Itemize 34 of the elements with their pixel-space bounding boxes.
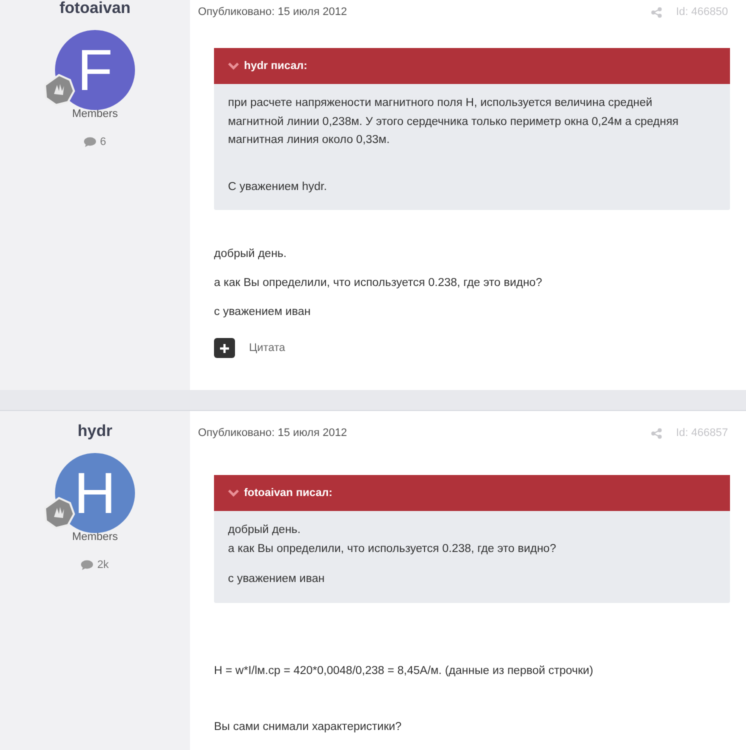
member-group: Members: [72, 531, 118, 543]
post-text: H = w*I/lм.ср = 420*0,0048/0,238 = 8,45А/м. (данные из первой строчки): [214, 664, 594, 676]
comment-icon: [84, 137, 96, 147]
rank-badge-icon: [43, 74, 75, 106]
post-date: Опубликовано: 15 июля 2012: [198, 427, 348, 439]
comment-count: 6: [100, 136, 106, 148]
member-group: Members: [72, 108, 118, 120]
post-text: а как Вы определили, что используется 0.238, где это видно?: [214, 277, 544, 289]
quote-author: fotoaivan писал:: [244, 487, 332, 499]
chevron-down-icon[interactable]: [228, 62, 239, 70]
rank-badge-icon: [43, 497, 75, 529]
author-name[interactable]: fotoaivan: [59, 0, 131, 18]
quote-text: С уважением hydr.: [228, 180, 328, 194]
post-text: с уважением иван: [214, 306, 312, 318]
quote-text: добрый день.: [228, 523, 302, 538]
plus-icon: [214, 338, 235, 358]
comment-icon: [81, 560, 94, 570]
post-text: добрый день.: [214, 248, 288, 260]
quote-author: hydr писал:: [244, 60, 308, 72]
share-icon[interactable]: [651, 428, 662, 438]
post-id: Id: 466857: [676, 427, 728, 439]
quote-text: а как Вы определили, что используется 0.238, где это видно?: [228, 542, 558, 556]
avatar[interactable]: H: [55, 453, 135, 533]
post-date: Опубликовано: 15 июля 2012: [198, 6, 348, 18]
comment-count: 2k: [97, 559, 109, 571]
post-text: Вы сами снимали характеристики?: [214, 720, 403, 732]
quote-button[interactable]: Цитата: [214, 338, 730, 358]
quote-text: с уважением иван: [228, 572, 326, 587]
post-id: Id: 466850: [676, 6, 728, 18]
quote-text: при расчете напряжености магнитного поля H, используется величина средней магнитной линии 0,238м. У этого сердечника только периметр окна 0,24м а средняя магнитная линия около 0,33м.: [228, 96, 680, 148]
author-name[interactable]: hydr: [78, 423, 112, 441]
avatar[interactable]: F: [55, 30, 135, 110]
chevron-down-icon[interactable]: [228, 489, 239, 497]
share-icon[interactable]: [651, 6, 662, 18]
